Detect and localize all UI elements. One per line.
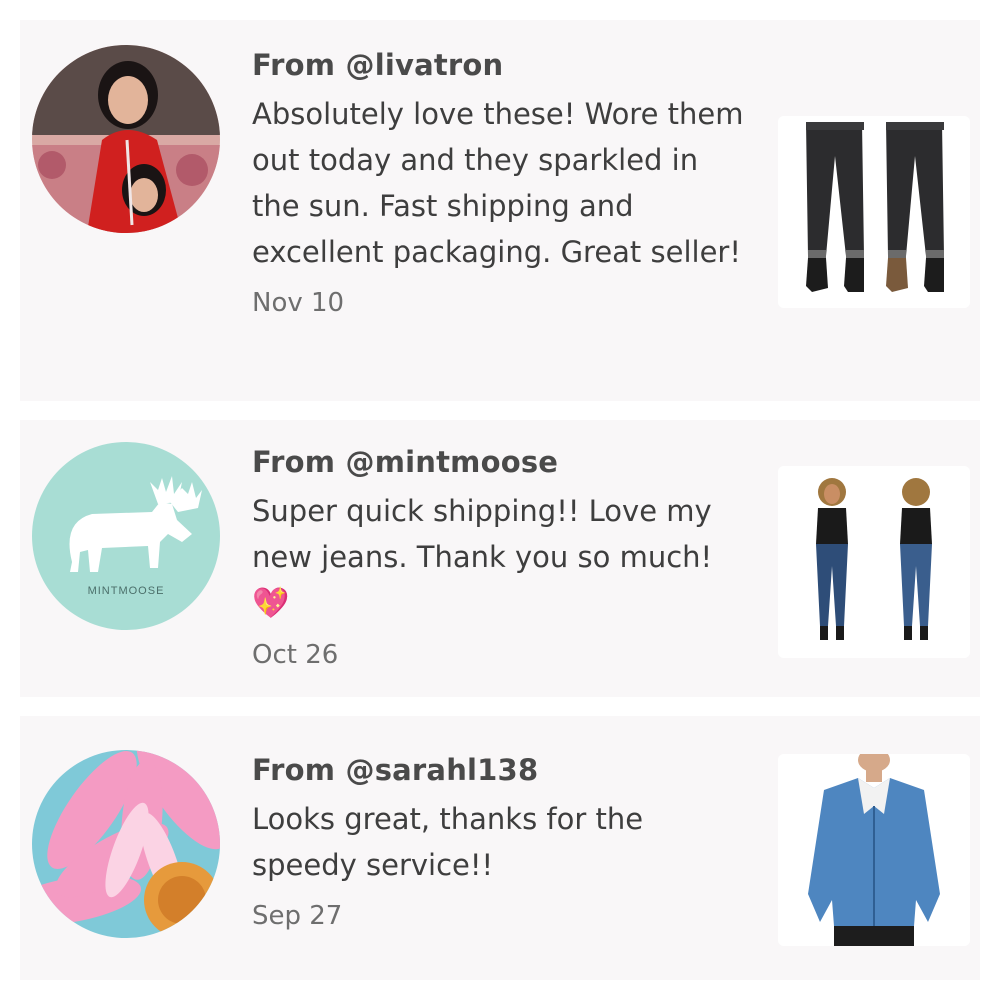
review-date: Nov 10 bbox=[252, 288, 345, 318]
review-card[interactable]: MINTMOOSE From @mintmoose Super quick sh… bbox=[20, 420, 980, 697]
review-card[interactable]: From @livatron Absolutely love these! Wo… bbox=[20, 20, 980, 401]
review-text: Looks great, thanks for the speedy servi… bbox=[252, 802, 644, 882]
review-card[interactable]: From @sarahl138 Looks great, thanks for … bbox=[20, 716, 980, 980]
reviewer-avatar[interactable] bbox=[32, 45, 220, 233]
product-thumbnail[interactable] bbox=[778, 466, 970, 658]
blue-jacket-icon bbox=[778, 754, 970, 946]
sparkling-heart-icon: 💖 bbox=[252, 586, 290, 621]
review-date: Oct 26 bbox=[252, 640, 339, 670]
review-text: Absolutely love these! Wore them out tod… bbox=[252, 97, 744, 269]
review-text: Super quick shipping!! Love my new jeans… bbox=[252, 494, 713, 574]
review-text-container: Super quick shipping!! Love my new jeans… bbox=[252, 488, 752, 627]
reviewer-handle[interactable]: From @livatron bbox=[252, 45, 752, 85]
product-thumbnail[interactable] bbox=[778, 754, 970, 946]
user-photo-icon bbox=[32, 45, 220, 233]
pink-flower-icon bbox=[32, 750, 220, 938]
moose-logo-icon: MINTMOOSE bbox=[32, 442, 220, 630]
reviewer-handle[interactable]: From @mintmoose bbox=[252, 442, 752, 482]
black-jeans-icon bbox=[778, 116, 970, 308]
blue-jeans-model-icon bbox=[778, 466, 970, 658]
logo-text: MINTMOOSE bbox=[88, 585, 165, 597]
review-date: Sep 27 bbox=[252, 901, 343, 931]
reviewer-avatar[interactable] bbox=[32, 750, 220, 938]
product-thumbnail[interactable] bbox=[778, 116, 970, 308]
reviewer-handle[interactable]: From @sarahl138 bbox=[252, 750, 752, 790]
reviewer-avatar[interactable]: MINTMOOSE bbox=[32, 442, 220, 630]
